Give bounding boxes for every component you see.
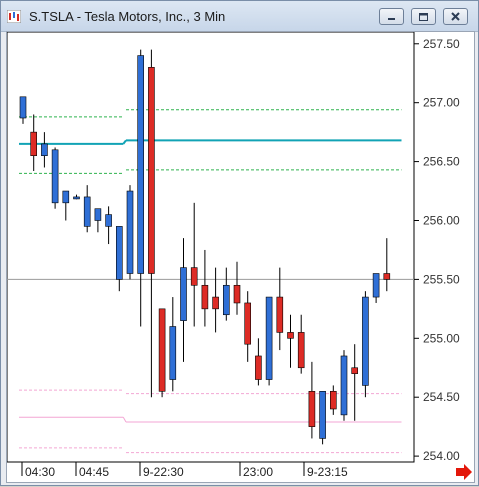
candle-body — [372, 273, 380, 298]
candle-body — [190, 267, 198, 286]
candle-body — [383, 273, 391, 280]
candle-body — [308, 391, 316, 427]
minimize-icon — [388, 18, 395, 20]
candle-body — [105, 214, 112, 227]
y-tick-label: 255.00 — [423, 331, 460, 345]
red-arrow-right-icon[interactable] — [456, 464, 472, 480]
candle-body — [340, 355, 348, 416]
x-tick-label: 23:00 — [243, 465, 273, 479]
candle-body — [169, 326, 177, 380]
candle-body — [41, 143, 48, 156]
y-tick-label: 256.50 — [423, 155, 460, 169]
candle-body — [351, 367, 359, 374]
candle-body — [73, 196, 80, 200]
candle-body — [19, 96, 27, 119]
candle-body — [244, 302, 251, 345]
chart-app-icon — [7, 10, 21, 23]
close-icon — [451, 12, 460, 21]
candle-body — [62, 190, 70, 204]
time-axis: 04:30 04:45 9-22:30 23:00 9-23:15 — [7, 461, 414, 479]
candle-body — [223, 284, 230, 316]
candle-body — [158, 308, 166, 392]
price-chart[interactable]: 257.50 257.00 256.50 256.00 255.50 255.00 254.… — [6, 31, 474, 482]
y-tick-label: 257.50 — [423, 37, 460, 51]
y-tick-label: 256.00 — [423, 213, 460, 227]
x-tick-label: 04:30 — [25, 465, 55, 479]
y-tick-label: 254.00 — [423, 449, 460, 463]
candle-body — [148, 67, 155, 274]
minimize-button[interactable] — [379, 8, 404, 25]
restore-icon — [419, 13, 428, 21]
candle-body — [94, 208, 102, 221]
x-tick-label: 9-23:15 — [307, 465, 348, 479]
candle-body — [233, 284, 241, 304]
candle-body — [329, 391, 337, 410]
x-tick-label: 04:45 — [79, 465, 109, 479]
plot-area[interactable] — [6, 31, 415, 463]
window-title: S.TSLA - Tesla Motors, Inc., 3 Min — [29, 9, 226, 24]
candle-body — [297, 332, 305, 369]
candle-body — [83, 196, 91, 227]
price-axis: 257.50 257.00 256.50 256.00 255.50 255.00 254.… — [414, 37, 460, 463]
candle-body — [255, 355, 262, 380]
candle-body — [51, 149, 59, 204]
restore-button[interactable] — [411, 8, 436, 25]
title-bar[interactable]: S.TSLA - Tesla Motors, Inc., 3 Min — [1, 1, 478, 32]
candle-body — [137, 55, 144, 274]
candle-body — [319, 391, 326, 439]
candle-body — [362, 296, 369, 386]
y-tick-label: 255.50 — [423, 272, 460, 286]
candle-body — [212, 296, 219, 310]
y-tick-label: 257.00 — [423, 96, 460, 110]
candle-body — [116, 226, 123, 280]
candle-body — [276, 296, 284, 333]
y-tick-label: 254.50 — [423, 390, 460, 404]
candle-body — [265, 296, 273, 380]
candle-body — [287, 332, 294, 339]
x-tick-label: 9-22:30 — [143, 465, 184, 479]
chart-area[interactable]: 257.50 257.00 256.50 256.00 255.50 255.00 254.… — [6, 31, 475, 483]
candle-body — [180, 267, 187, 321]
candle-body — [201, 284, 209, 310]
chart-window: S.TSLA - Tesla Motors, Inc., 3 Min 257.5… — [0, 0, 479, 486]
candle-body — [126, 190, 134, 274]
close-button[interactable] — [443, 8, 468, 25]
candle-body — [30, 131, 38, 156]
